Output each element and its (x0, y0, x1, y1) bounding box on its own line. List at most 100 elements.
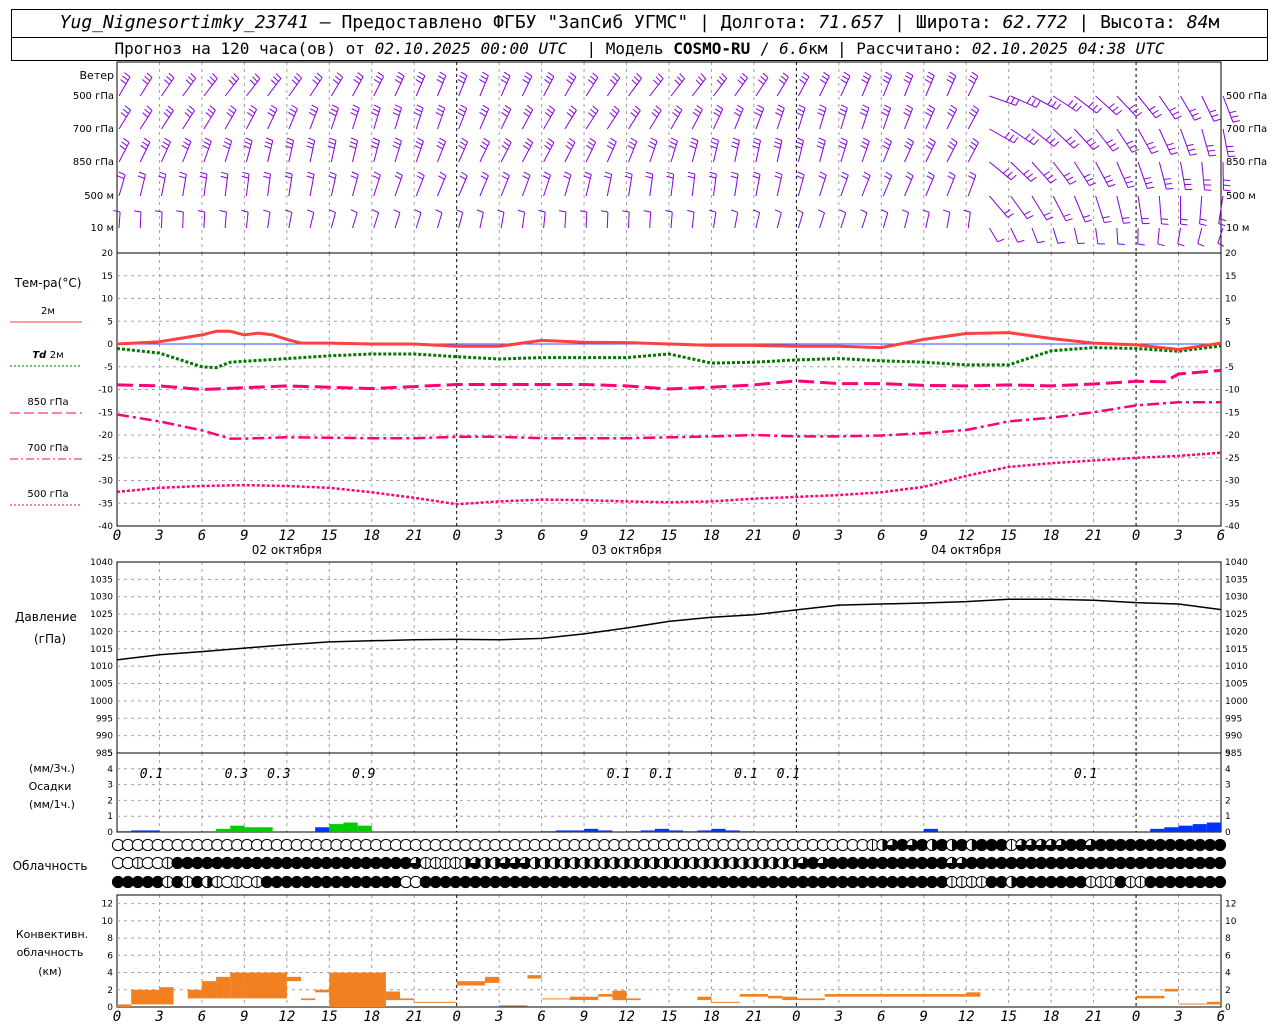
wind-barb-flag (949, 71, 957, 77)
wind-barb-flag (544, 79, 551, 84)
wind-barb-flag (350, 209, 358, 214)
x-tick-label: 3 (154, 528, 163, 544)
wind-barb (925, 212, 930, 229)
wind-barb-flag (176, 210, 184, 213)
x-tick-label: 6 (198, 528, 206, 544)
wind-barb-flag (565, 145, 572, 150)
wind-barb-flag (246, 112, 254, 117)
conv-cloud-bar (286, 976, 301, 982)
wind-barb-flag (396, 75, 403, 81)
y-tick-label: 4 (1225, 765, 1231, 775)
wind-barb-flag (458, 108, 466, 113)
wind-barb-flag (972, 138, 979, 143)
wind-barb-flag (273, 76, 279, 82)
wind-barb-flag (1157, 243, 1165, 247)
wind-barb (436, 212, 443, 229)
y-tick-label: 0 (1225, 340, 1231, 350)
conv-cloud-bar (244, 972, 287, 999)
wind-barb-flag (501, 145, 508, 150)
wind-barb-flag (928, 104, 935, 110)
wind-barb-flag (752, 175, 760, 179)
wind-barb-flag (716, 104, 724, 110)
wind-barb-flag (275, 73, 282, 79)
wind-barb-flag (795, 141, 803, 145)
wind-barb-flag (732, 137, 740, 141)
wind-barb-flag (482, 104, 489, 110)
wind-barb-flag (1045, 134, 1052, 141)
y-tick-label: 8 (1225, 934, 1231, 944)
wind-level-label: 850 гПа (73, 157, 114, 168)
wind-barb-flag (231, 76, 237, 83)
wind-barb-flag (1132, 148, 1139, 153)
wind-barb-flag (698, 76, 704, 83)
wind-barb-flag (692, 112, 700, 117)
wind-barb-flag (883, 75, 891, 80)
wind-barb-flag (285, 141, 293, 145)
precip-bar (711, 828, 726, 832)
y-tick-label: 20 (1225, 249, 1237, 259)
precip-bar (598, 830, 613, 832)
wind-level-label: 850 гПа (1226, 157, 1267, 168)
wind-barb-flag (119, 145, 126, 150)
wind-barb-flag (823, 71, 830, 77)
wind-barb-flag (1155, 113, 1162, 119)
y-tick-label: -20 (98, 431, 113, 441)
wind-barb (479, 212, 484, 229)
x-tick-label: 12 (958, 1009, 975, 1024)
wind-barb (1180, 161, 1186, 190)
wind-barb-flag (438, 175, 445, 180)
wind-barb-flag (546, 108, 554, 114)
wind-barb (1158, 195, 1163, 224)
wind-barb-flag (505, 137, 512, 143)
wind-barb-flag (741, 72, 748, 79)
wind-barb (606, 110, 620, 130)
wind-barb-flag (483, 137, 490, 143)
precip-unit3: (мм/3ч.) (29, 762, 75, 775)
wind-barb-flag (776, 108, 784, 113)
wind-barb-flag (862, 175, 869, 180)
wind-barb (904, 141, 914, 163)
wind-barb-flag (291, 104, 298, 110)
wind-barb (1052, 195, 1067, 222)
wind-barb-flag (1102, 216, 1110, 219)
wind-barb-flag (1219, 218, 1227, 222)
wind-barb-flag (1002, 168, 1009, 174)
wind-barb-flag (904, 144, 911, 150)
wind-barb-flag (584, 171, 592, 176)
wind-barb-flag (651, 112, 658, 118)
wind-barb (946, 109, 958, 130)
wind-barb-flag (625, 171, 633, 175)
wind-barb-flag (586, 144, 593, 150)
y-tick-label: 990 (1225, 732, 1242, 742)
wind-barb-flag (731, 171, 739, 175)
wind-barb-flag (223, 141, 231, 146)
wind-barb-flag (181, 144, 189, 150)
precip-bar (584, 828, 599, 832)
wind-barb (267, 108, 278, 130)
wind-barb (861, 75, 872, 97)
wind-barb-flag (901, 209, 909, 213)
wind-barb-flag (905, 75, 912, 80)
wind-barb-flag (882, 108, 890, 113)
wind-barb-flag (861, 141, 869, 146)
y-tick-label: 10 (102, 917, 114, 927)
wind-barb-flag (775, 137, 783, 141)
wind-barb-flag (1089, 141, 1096, 147)
wind-barb (436, 108, 446, 130)
wind-barb (1031, 195, 1047, 221)
wind-barb (436, 75, 447, 97)
wind-barb (989, 95, 1017, 106)
wind-barb-flag (456, 209, 463, 213)
y-tick-label: -15 (98, 408, 113, 418)
wind-barb-flag (138, 171, 146, 176)
wind-barb-flag (200, 171, 208, 175)
wind-barb (161, 77, 175, 97)
wind-barb-flag (355, 75, 362, 81)
wind-barb-flag (459, 141, 467, 146)
wind-barb-flag (394, 78, 402, 84)
wind-barb-flag (544, 145, 551, 150)
wind-barb-flag (393, 141, 401, 146)
wind-barb (606, 211, 609, 229)
wind-barb-flag (230, 105, 237, 111)
wind-barb (734, 77, 748, 97)
